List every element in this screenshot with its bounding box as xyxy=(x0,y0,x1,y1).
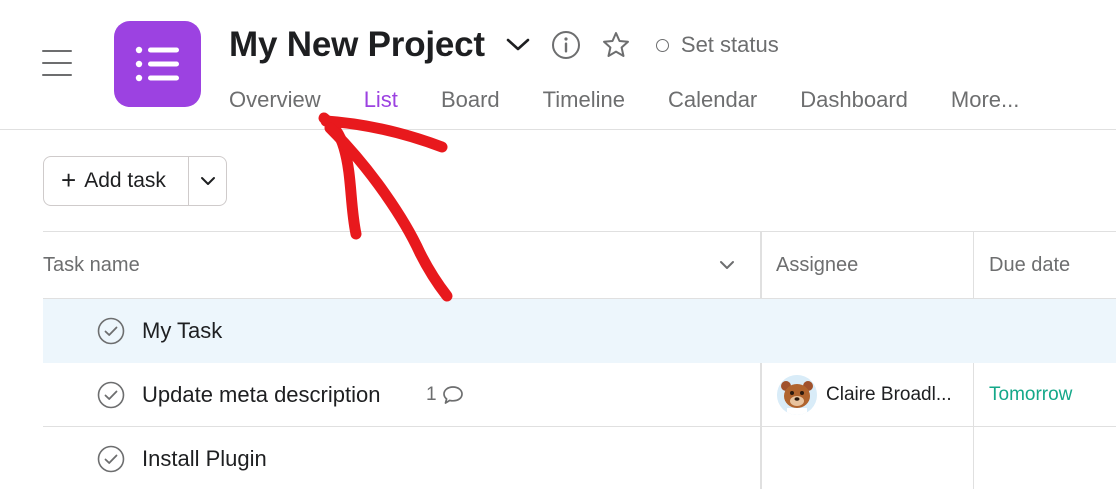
star-icon[interactable] xyxy=(601,30,631,60)
column-header-label: Task name xyxy=(43,253,140,276)
column-header-task-name[interactable]: Task name xyxy=(43,232,760,298)
task-name[interactable]: My Task xyxy=(142,299,222,363)
column-header-due-date[interactable]: Due date xyxy=(989,232,1070,298)
add-task-dropdown-button[interactable] xyxy=(189,157,226,205)
plus-icon: + xyxy=(61,164,77,195)
list-icon xyxy=(135,46,179,82)
table-row[interactable]: Update meta description 1 Claire Broadl.… xyxy=(43,363,1116,427)
tab-calendar[interactable]: Calendar xyxy=(668,87,757,113)
assignee-cell[interactable]: Claire Broadl... xyxy=(777,363,952,427)
menu-icon[interactable] xyxy=(42,50,72,76)
due-date[interactable]: Tomorrow xyxy=(989,363,1072,427)
task-name[interactable]: Update meta description xyxy=(142,363,380,427)
tab-dashboard[interactable]: Dashboard xyxy=(800,87,908,113)
chevron-down-icon[interactable] xyxy=(505,37,531,53)
title-row: My New Project Set status xyxy=(229,22,779,68)
comment-count[interactable]: 1 xyxy=(426,363,464,427)
tab-overview[interactable]: Overview xyxy=(229,87,321,113)
add-task-label: Add task xyxy=(84,169,166,192)
header-divider xyxy=(0,129,1116,130)
table-row[interactable]: Install Plugin xyxy=(43,427,1116,489)
tab-timeline[interactable]: Timeline xyxy=(543,87,625,113)
tab-more[interactable]: More... xyxy=(951,87,1019,113)
set-status-button[interactable]: Set status xyxy=(655,32,779,58)
avatar xyxy=(777,375,817,415)
column-header-label: Assignee xyxy=(776,253,859,276)
tab-board[interactable]: Board xyxy=(441,87,500,113)
complete-check-icon[interactable] xyxy=(97,317,125,345)
task-name[interactable]: Install Plugin xyxy=(142,427,267,489)
column-header-label: Due date xyxy=(989,253,1071,276)
project-list-icon xyxy=(114,21,201,107)
assignee-name: Claire Broadl... xyxy=(826,384,952,405)
column-header-assignee[interactable]: Assignee xyxy=(776,232,858,298)
table-row[interactable]: My Task xyxy=(43,299,1116,363)
project-tabs: Overview List Board Timeline Calendar Da… xyxy=(229,84,1019,116)
status-circle-icon xyxy=(655,38,669,52)
add-task-button[interactable]: + Add task xyxy=(44,157,188,205)
comment-icon xyxy=(442,386,463,404)
add-task-button-group: + Add task xyxy=(43,156,227,206)
chevron-down-icon xyxy=(200,177,215,185)
info-icon[interactable] xyxy=(551,30,581,60)
comment-count-value: 1 xyxy=(426,384,437,405)
project-title: My New Project xyxy=(229,25,485,64)
set-status-label: Set status xyxy=(680,32,779,57)
tab-list[interactable]: List xyxy=(364,87,398,113)
complete-check-icon[interactable] xyxy=(97,381,125,409)
complete-check-icon[interactable] xyxy=(97,445,125,473)
chevron-down-icon[interactable] xyxy=(718,259,736,271)
